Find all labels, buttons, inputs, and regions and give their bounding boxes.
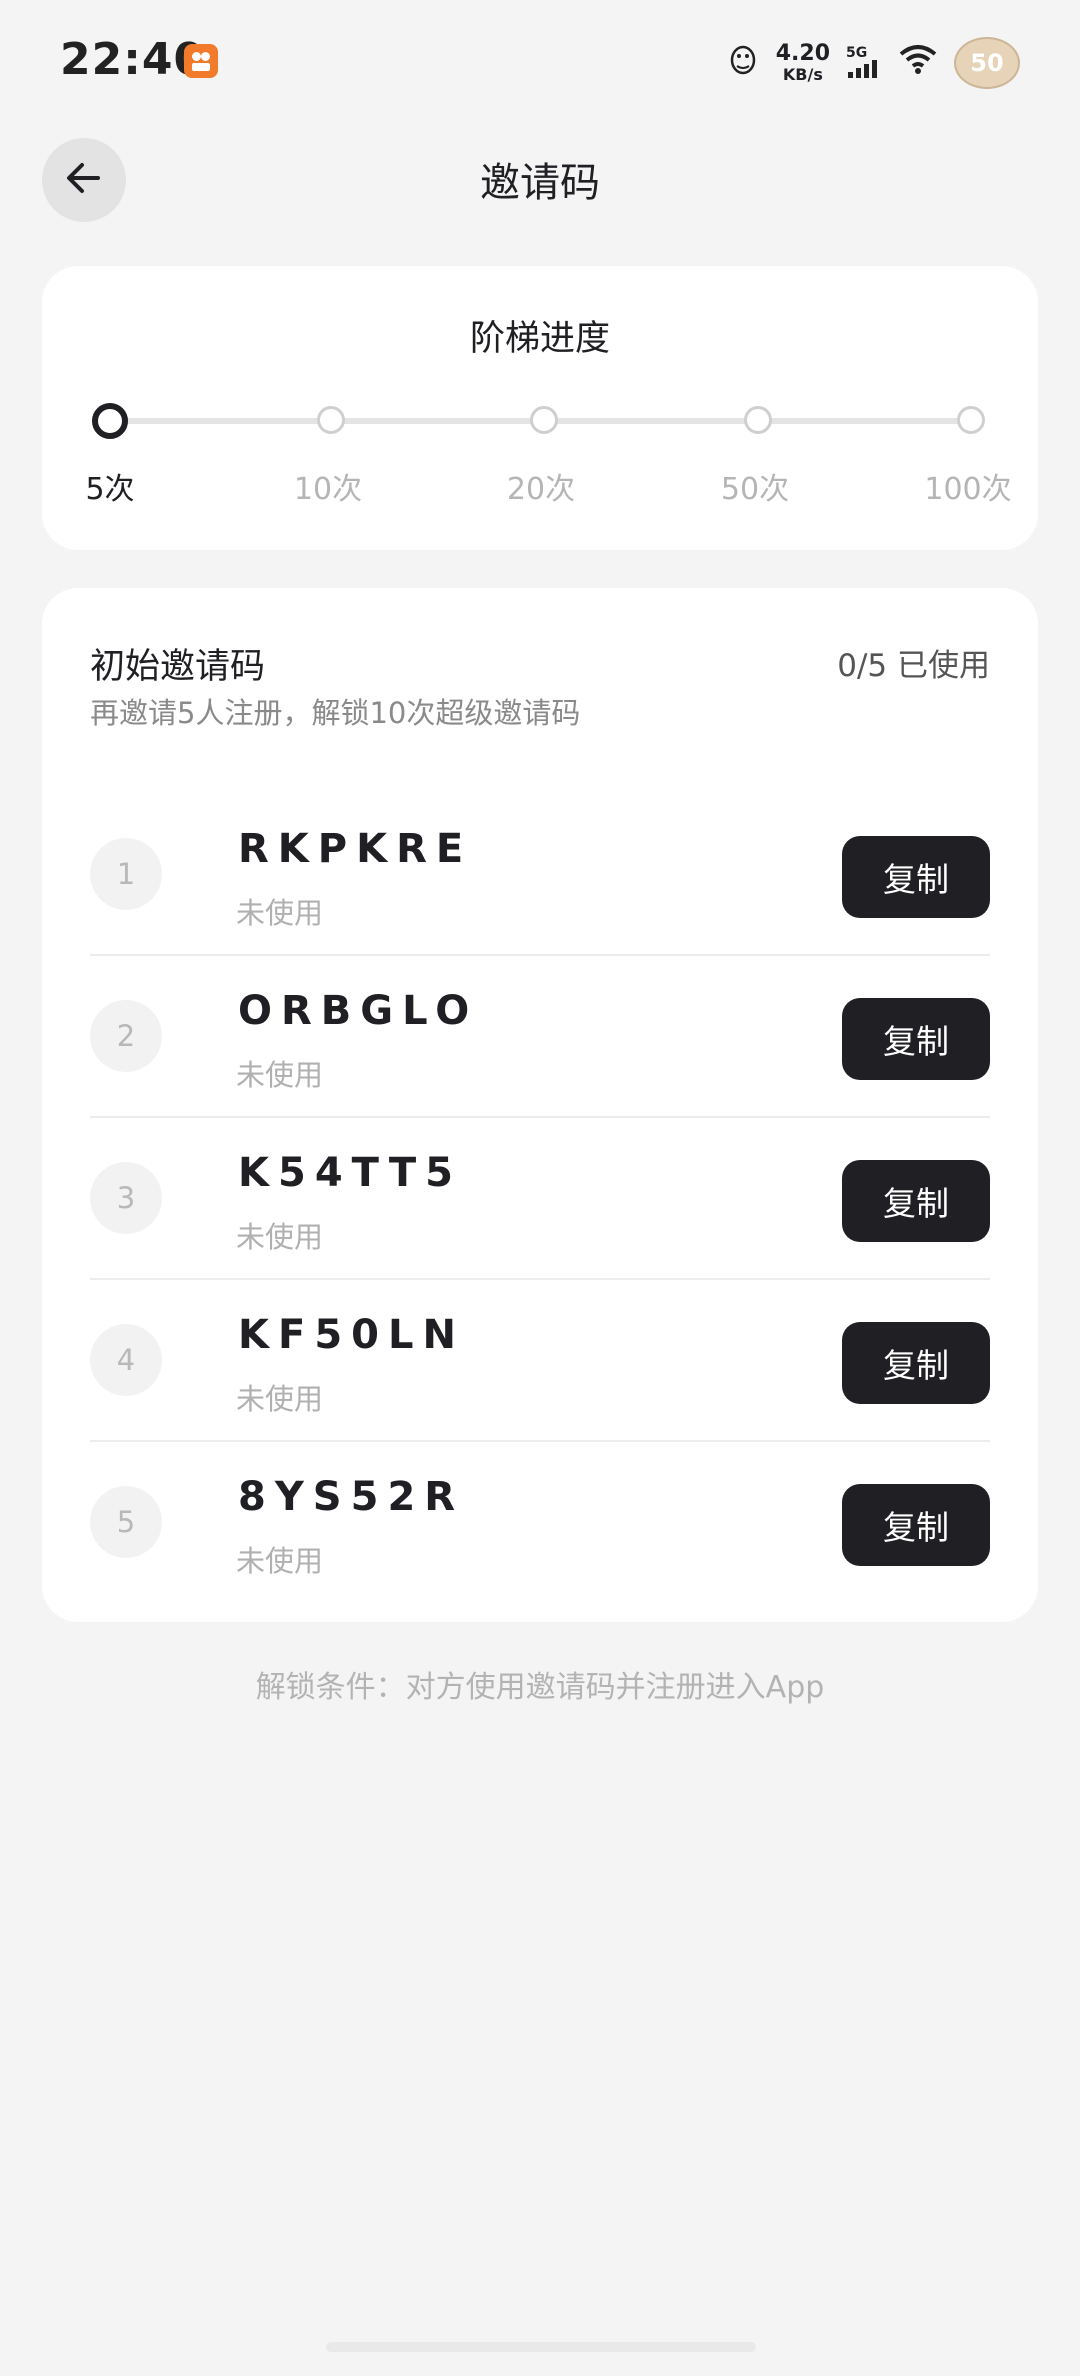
copy-button[interactable]: 复制 (842, 836, 990, 918)
progress-label-2: 10次 (293, 472, 363, 507)
row-index: 4 (90, 1324, 162, 1396)
app-notification-icon (184, 44, 218, 78)
progress-label-1: 5次 (85, 472, 135, 507)
code-status: 未使用 (236, 1382, 324, 1416)
section-title: 初始邀请码 (90, 647, 266, 687)
home-indicator[interactable] (326, 2342, 756, 2352)
code-status: 未使用 (236, 1220, 324, 1254)
cellular-signal: 5G (846, 46, 882, 81)
wifi-icon (898, 43, 938, 83)
mascot-icon (726, 42, 760, 84)
copy-button[interactable]: 复制 (842, 998, 990, 1080)
net-speed-value: 4.20 (775, 41, 830, 66)
progress-node-5 (957, 406, 985, 434)
code-row: 3 K54TT5 未使用 复制 (90, 1118, 990, 1280)
unlock-condition-note: 解锁条件：对方使用邀请码并注册进入App (255, 1670, 825, 1705)
invite-code[interactable]: K54TT5 (238, 1150, 462, 1196)
code-row: 5 8YS52R 未使用 复制 (90, 1442, 990, 1604)
code-row: 2 ORBGLO 未使用 复制 (90, 956, 990, 1118)
net-speed-unit: KB/s (782, 65, 823, 84)
invite-code[interactable]: KF50LN (238, 1312, 465, 1358)
section-subtitle: 再邀请5人注册，解锁10次超级邀请码 (90, 696, 581, 730)
status-icons: 4.20 KB/s 5G 50 (726, 37, 1020, 89)
progress-node-2 (317, 406, 345, 434)
code-row: 1 RKPKRE 未使用 复制 (90, 794, 990, 956)
row-index: 5 (90, 1486, 162, 1558)
row-index: 3 (90, 1162, 162, 1234)
row-index: 1 (90, 838, 162, 910)
signal-bars-icon (846, 59, 882, 81)
invite-code[interactable]: 8YS52R (238, 1474, 464, 1520)
net-speed: 4.20 KB/s (776, 43, 830, 83)
code-row: 4 KF50LN 未使用 复制 (90, 1280, 990, 1442)
invite-codes-card: 初始邀请码 0/5 已使用 再邀请5人注册，解锁10次超级邀请码 1 RKPKR… (42, 588, 1038, 1622)
progress-node-1 (92, 403, 128, 439)
code-status: 未使用 (236, 896, 324, 930)
invite-code[interactable]: RKPKRE (238, 826, 472, 872)
progress-node-4 (744, 406, 772, 434)
usage-count: 0/5 已使用 (837, 648, 990, 684)
ladder-progress-card: 阶梯进度 5次 10次 20次 50次 100次 (42, 266, 1038, 550)
battery-level: 50 (970, 49, 1004, 77)
page-title: 邀请码 (480, 160, 600, 206)
copy-button[interactable]: 复制 (842, 1160, 990, 1242)
progress-label-4: 50次 (720, 472, 790, 507)
code-status: 未使用 (236, 1058, 324, 1092)
ladder-title: 阶梯进度 (469, 319, 610, 359)
network-type: 5G (846, 44, 868, 61)
progress-label-3: 20次 (506, 472, 576, 507)
copy-button[interactable]: 复制 (842, 1484, 990, 1566)
row-index: 2 (90, 1000, 162, 1072)
invite-code[interactable]: ORBGLO (238, 988, 478, 1034)
copy-button[interactable]: 复制 (842, 1322, 990, 1404)
code-status: 未使用 (236, 1544, 324, 1578)
progress-node-3 (530, 406, 558, 434)
status-bar: 22:40 4.20 KB/s 5G 50 (0, 0, 1080, 120)
battery-icon: 50 (954, 37, 1020, 89)
progress-label-5: 100次 (924, 472, 1012, 507)
